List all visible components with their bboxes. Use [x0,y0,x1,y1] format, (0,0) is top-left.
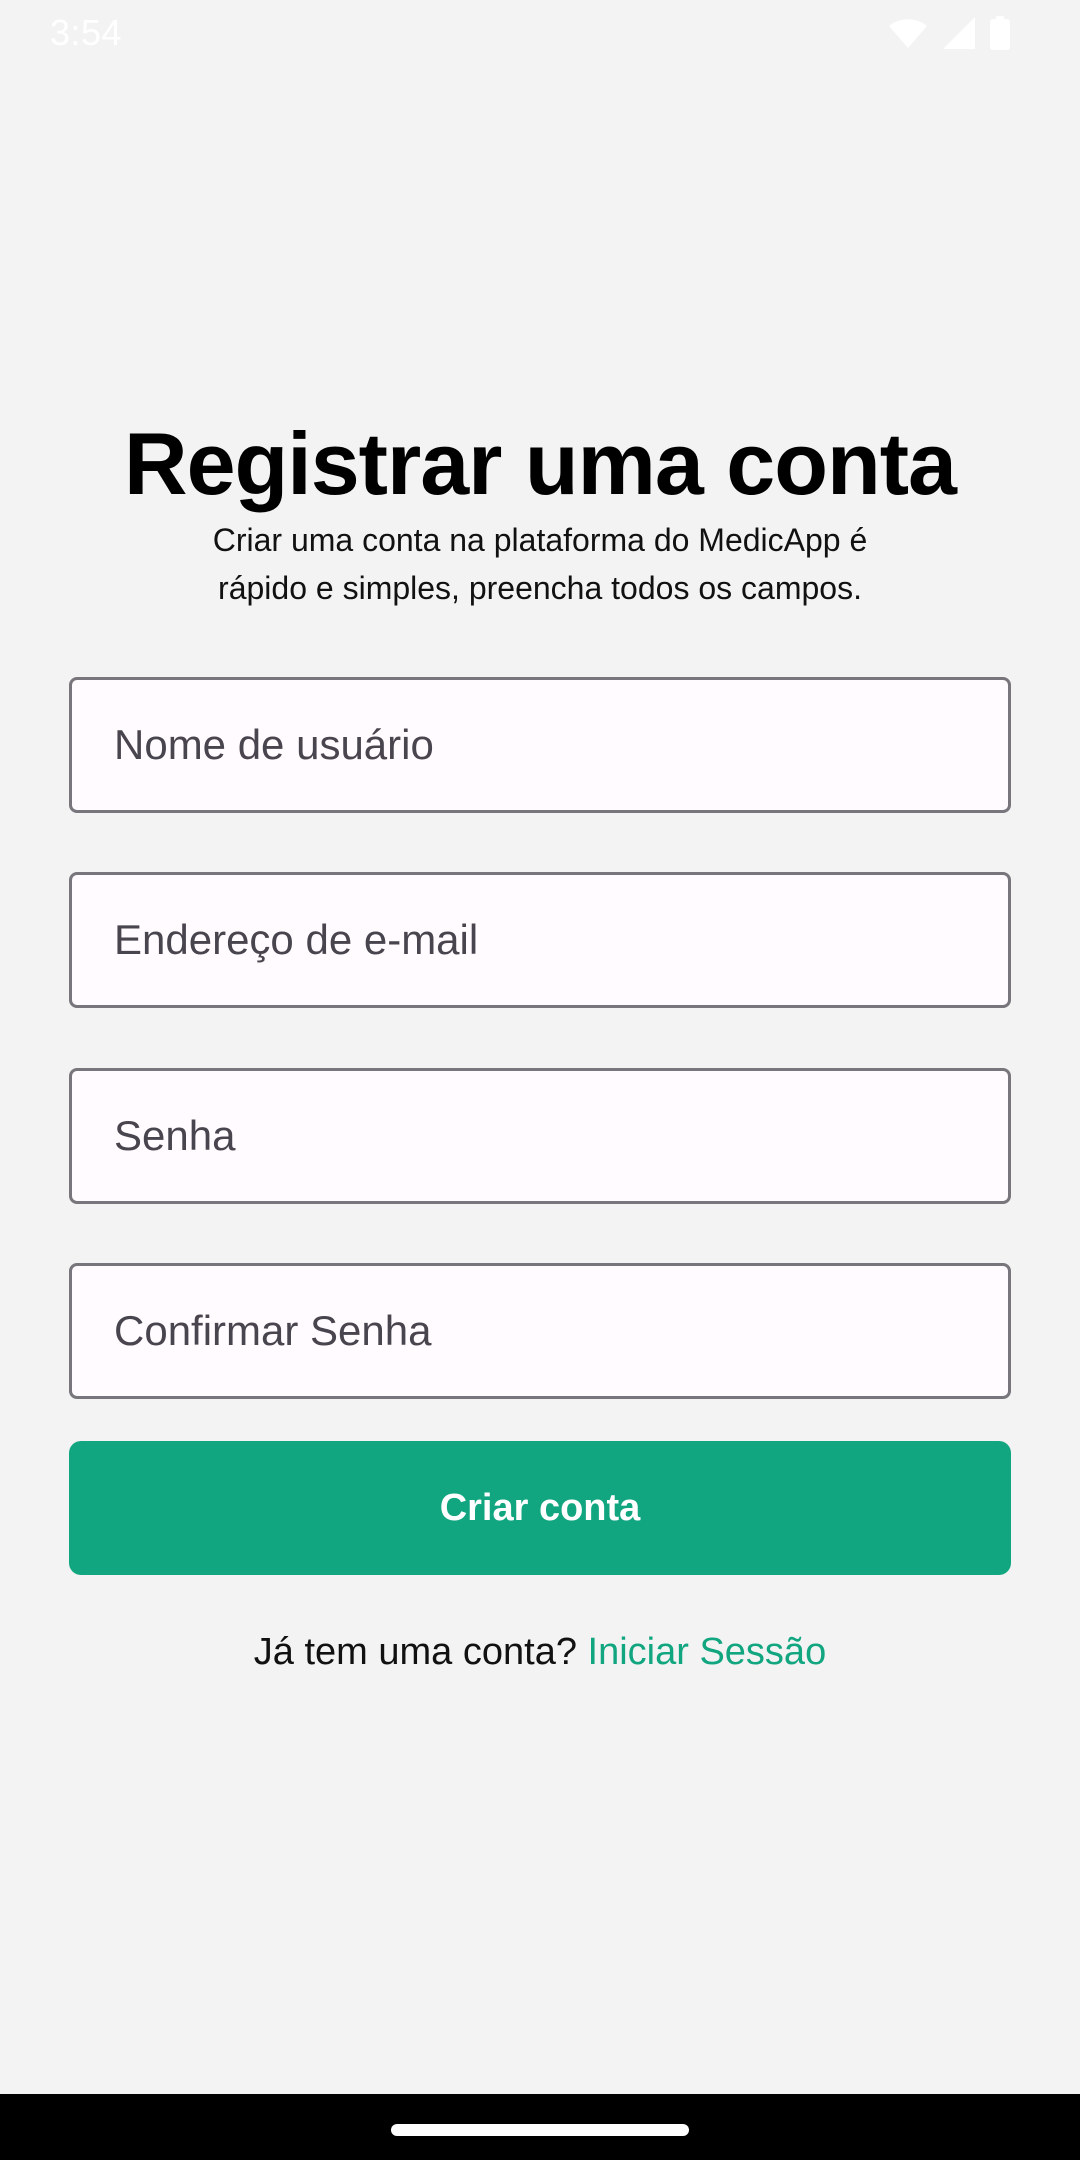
subtitle-line-1: Criar uma conta na plataforma do MedicAp… [212,522,868,558]
email-input[interactable] [72,875,1008,1005]
home-indicator[interactable] [391,2124,689,2136]
page-subtitle: Criar uma conta na plataforma do MedicAp… [140,516,940,612]
subtitle-line-2: rápido e simples, preencha todos os camp… [218,570,862,606]
confirm-password-field[interactable] [69,1263,1011,1399]
password-input[interactable] [72,1071,1008,1201]
confirm-password-input[interactable] [72,1266,1008,1396]
wifi-icon [888,17,928,49]
password-field[interactable] [69,1068,1011,1204]
create-account-button[interactable]: Criar conta [69,1441,1011,1575]
username-input[interactable] [72,680,1008,810]
login-row: Já tem uma conta? Iniciar Sessão [0,1626,1080,1678]
status-icons [888,16,1010,50]
status-bar: 3:54 [0,0,1080,68]
page-title: Registrar uma conta [124,414,957,513]
login-prompt: Já tem uma conta? [253,1631,577,1673]
battery-icon [990,16,1010,50]
username-field[interactable] [69,677,1011,813]
cellular-signal-icon [942,16,976,50]
login-link[interactable]: Iniciar Sessão [588,1631,827,1673]
status-time: 3:54 [50,12,123,53]
email-field[interactable] [69,872,1011,1008]
